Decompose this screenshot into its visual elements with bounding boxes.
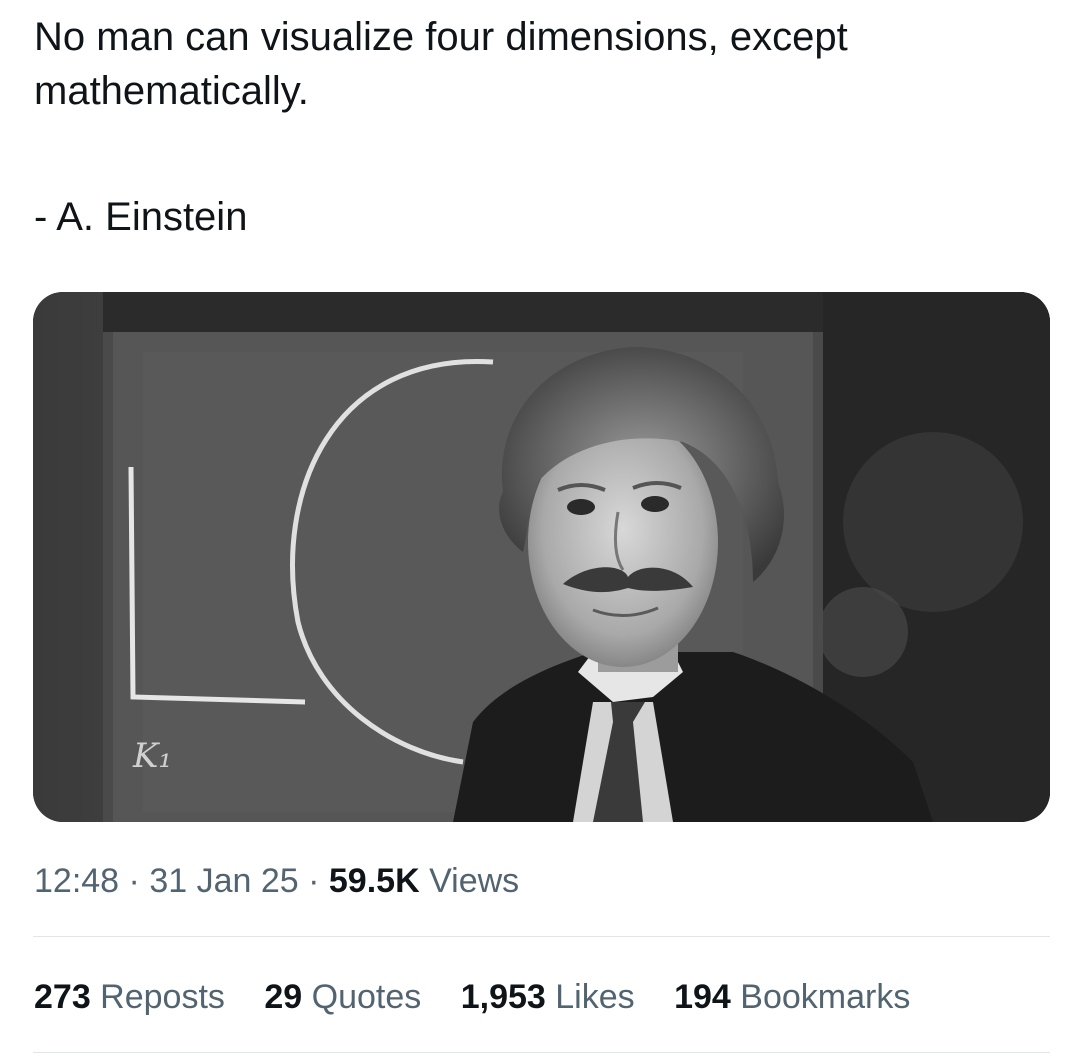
bookmarks-label: Bookmarks bbox=[730, 978, 911, 1016]
engagement-stats: 273 Reposts 29 Quotes 1,953 Likes 194 Bo… bbox=[34, 974, 940, 1020]
reposts-stat[interactable]: 273 Reposts bbox=[34, 974, 225, 1020]
tweet-date[interactable]: 31 Jan 25 bbox=[149, 862, 298, 900]
quotes-stat[interactable]: 29 Quotes bbox=[264, 974, 421, 1020]
tweet-attribution: - A. Einstein bbox=[34, 195, 248, 239]
quotes-label: Quotes bbox=[302, 978, 422, 1016]
divider bbox=[33, 1052, 1050, 1053]
tweet-text-line: No man can visualize four dimensions, ex… bbox=[34, 15, 848, 59]
tweet-text-line: mathematically. bbox=[34, 69, 309, 113]
likes-label: Likes bbox=[545, 978, 635, 1016]
chalk-label: K₁ bbox=[132, 736, 172, 776]
tweet-meta: 12:48 · 31 Jan 25 · 59.5K Views bbox=[34, 858, 519, 904]
meta-separator: · bbox=[298, 862, 329, 900]
likes-count: 1,953 bbox=[460, 978, 546, 1016]
reposts-count: 273 bbox=[34, 978, 91, 1016]
views-label: Views bbox=[419, 862, 520, 900]
tweet-photo[interactable]: K₁ bbox=[33, 292, 1050, 822]
divider bbox=[33, 936, 1050, 937]
quotes-count: 29 bbox=[264, 978, 303, 1016]
bookmarks-stat[interactable]: 194 Bookmarks bbox=[674, 974, 910, 1020]
bookmarks-count: 194 bbox=[674, 978, 731, 1016]
meta-separator: · bbox=[119, 862, 150, 900]
reposts-label: Reposts bbox=[90, 978, 225, 1016]
tweet-time[interactable]: 12:48 bbox=[34, 862, 119, 900]
views-count[interactable]: 59.5K bbox=[329, 862, 420, 900]
tweet-text: No man can visualize four dimensions, ex… bbox=[34, 10, 1034, 118]
likes-stat[interactable]: 1,953 Likes bbox=[461, 974, 635, 1020]
einstein-photo: K₁ bbox=[33, 292, 1050, 822]
